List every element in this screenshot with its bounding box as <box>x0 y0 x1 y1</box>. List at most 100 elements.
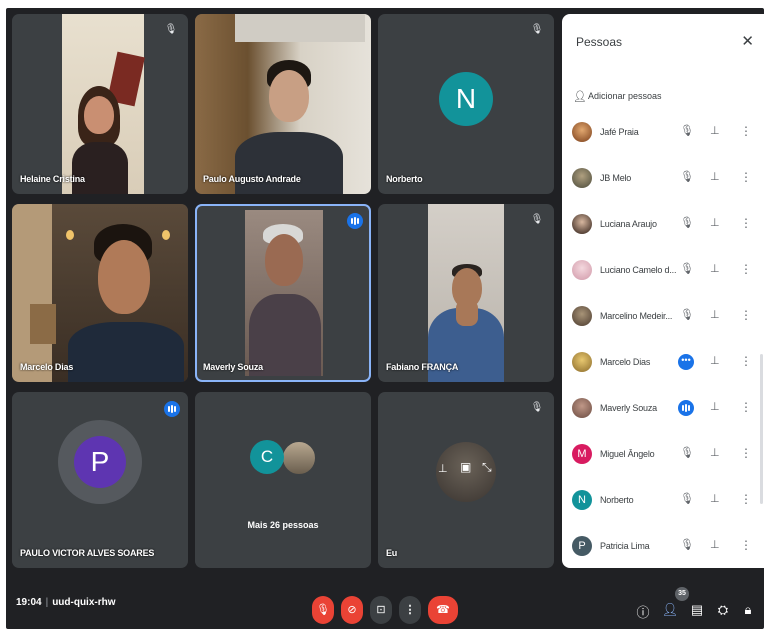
avatar: N <box>439 72 493 126</box>
avatar: M <box>572 444 592 464</box>
participant-name: Helaine Cristina <box>20 174 85 184</box>
participant-video <box>428 204 504 382</box>
more-vert-icon[interactable]: ⋮ <box>740 354 752 368</box>
pin-icon[interactable]: ⊥ <box>710 262 720 275</box>
video-tile-paulo-victor[interactable]: P PAULO VICTOR ALVES SOARES <box>12 392 188 568</box>
speaking-indicator-icon <box>347 213 363 229</box>
video-tile-paulo-augusto[interactable]: Paulo Augusto Andrade <box>195 14 371 194</box>
participant-row[interactable]: Jafé Praia 🎙︎ ⊥ ⋮ <box>572 118 758 146</box>
participant-name: Eu <box>386 548 398 558</box>
leave-call-button[interactable]: ☎︎ <box>428 596 458 624</box>
mic-off-icon: 🎙︎ <box>680 539 694 551</box>
participant-row[interactable]: Marcelo Dias ••• ⊥ ⋮ <box>572 348 758 376</box>
mic-off-icon: 🎙︎ <box>680 493 694 505</box>
avatar <box>572 260 592 280</box>
pin-icon[interactable]: ⊥ <box>710 124 720 137</box>
frame-icon[interactable]: ▣ <box>460 460 471 474</box>
chat-icon[interactable]: ▤ <box>688 602 706 618</box>
participant-row[interactable]: Luciano Camelo d... 🎙︎ ⊥ ⋮ <box>572 256 758 284</box>
avatar: C <box>250 440 284 474</box>
speaking-indicator-icon <box>164 401 180 417</box>
pin-icon[interactable]: ⊥ <box>710 400 720 413</box>
pin-icon[interactable]: ⊥ <box>710 446 720 459</box>
more-vert-icon[interactable]: ⋮ <box>740 124 752 138</box>
present-button[interactable]: ⊡ <box>370 596 392 624</box>
more-vert-icon[interactable]: ⋮ <box>740 538 752 552</box>
more-vert-icon[interactable]: ⋮ <box>740 400 752 414</box>
more-vert-icon[interactable]: ⋮ <box>740 216 752 230</box>
participant-name: Miguel Ângelo <box>600 449 655 459</box>
pin-icon[interactable]: ⊥ <box>710 354 720 367</box>
people-icon[interactable]: 👤︎ <box>661 602 679 618</box>
panel-scrollbar[interactable] <box>760 354 763 504</box>
mic-off-icon: 🎙︎ <box>680 263 694 275</box>
pin-icon[interactable]: ⊥ <box>438 462 448 475</box>
minimize-icon[interactable]: ⤡ <box>482 460 492 475</box>
mic-toggle-button[interactable]: 🎙︎ <box>312 596 334 624</box>
separator: | <box>45 597 49 608</box>
pin-icon[interactable]: ⊥ <box>710 216 720 229</box>
more-vert-icon[interactable]: ⋮ <box>740 262 752 276</box>
participant-name: JB Melo <box>600 173 632 183</box>
avatar: P <box>74 436 126 488</box>
participant-name: Marcelino Medeir... <box>600 311 673 321</box>
video-tile-maverly[interactable]: Maverly Souza <box>195 204 371 382</box>
video-tile-helaine[interactable]: 🎙︎ Helaine Cristina <box>12 14 188 194</box>
host-controls-icon[interactable]: 🔒︎ <box>739 602 757 618</box>
more-options-button[interactable]: ⋮ <box>399 596 421 624</box>
participant-name: Marcelo Dias <box>600 357 651 367</box>
participant-row[interactable]: Marcelino Medeir... 🎙︎ ⊥ ⋮ <box>572 302 758 330</box>
mic-off-icon: 🎙︎ <box>680 447 694 459</box>
mic-off-icon: 🎙︎ <box>530 402 544 413</box>
pin-icon[interactable]: ⊥ <box>710 538 720 551</box>
camera-toggle-button[interactable]: ⊘ <box>341 596 363 624</box>
video-tile-fabiano[interactable]: 🎙︎ Fabiano FRANÇA <box>378 204 554 382</box>
participant-video <box>195 14 371 194</box>
video-tile-marcelo[interactable]: Marcelo Dias <box>12 204 188 382</box>
close-icon[interactable]: ✕ <box>741 32 754 50</box>
participant-name: Jafé Praia <box>600 127 639 137</box>
pin-icon[interactable]: ⊥ <box>710 492 720 505</box>
participant-name: Maverly Souza <box>203 362 263 372</box>
participant-row[interactable]: N Norberto 🎙︎ ⊥ ⋮ <box>572 486 758 514</box>
video-tile-norberto[interactable]: N 🎙︎ Norberto <box>378 14 554 194</box>
participant-name: Patricia Lima <box>600 541 650 551</box>
meeting-code: uud-quix-rhw <box>52 597 116 608</box>
avatar-photo <box>281 440 317 476</box>
more-vert-icon[interactable]: ⋮ <box>740 492 752 506</box>
add-people-button[interactable]: 👤︎Adicionar pessoas <box>573 90 662 103</box>
mic-off-icon: 🎙︎ <box>164 24 178 35</box>
participant-name: Norberto <box>600 495 634 505</box>
more-horiz-icon: ••• <box>678 354 694 370</box>
participant-name: Fabiano FRANÇA <box>386 362 459 372</box>
avatar: P <box>572 536 592 556</box>
speaking-indicator-icon <box>678 400 694 416</box>
activities-icon[interactable]: ⛭ <box>714 602 732 618</box>
pin-icon[interactable]: ⊥ <box>710 170 720 183</box>
participant-name: PAULO VICTOR ALVES SOARES <box>20 548 155 558</box>
participant-row[interactable]: P Patricia Lima 🎙︎ ⊥ ⋮ <box>572 532 758 560</box>
participant-video <box>12 204 188 382</box>
meeting-time: 19:04 <box>16 597 42 608</box>
participant-row[interactable]: Maverly Souza ⊥ ⋮ <box>572 394 758 422</box>
people-panel: Pessoas ✕ 👤︎Adicionar pessoas Jafé Praia… <box>562 14 764 568</box>
mic-off-icon: 🎙︎ <box>680 171 694 183</box>
avatar <box>572 352 592 372</box>
more-vert-icon[interactable]: ⋮ <box>740 308 752 322</box>
panel-title: Pessoas <box>576 35 623 49</box>
pin-icon[interactable]: ⊥ <box>710 308 720 321</box>
self-view-tile[interactable]: ⊥ ▣ ⤡ 🎙︎ Eu <box>378 392 554 568</box>
meeting-info: 19:04 | uud-quix-rhw <box>16 597 116 608</box>
more-vert-icon[interactable]: ⋮ <box>740 446 752 460</box>
participant-row[interactable]: JB Melo 🎙︎ ⊥ ⋮ <box>572 164 758 192</box>
info-icon[interactable]: ⓘ <box>634 602 652 621</box>
mic-off-icon: 🎙︎ <box>680 309 694 321</box>
avatar <box>572 214 592 234</box>
mic-off-icon: 🎙︎ <box>530 214 544 225</box>
more-vert-icon[interactable]: ⋮ <box>740 170 752 184</box>
participant-name: Maverly Souza <box>600 403 657 413</box>
mic-off-icon: 🎙︎ <box>680 125 694 137</box>
more-participants-tile[interactable]: C Mais 26 pessoas <box>195 392 371 568</box>
participant-row[interactable]: M Miguel Ângelo 🎙︎ ⊥ ⋮ <box>572 440 758 468</box>
participant-row[interactable]: Luciana Araujo 🎙︎ ⊥ ⋮ <box>572 210 758 238</box>
